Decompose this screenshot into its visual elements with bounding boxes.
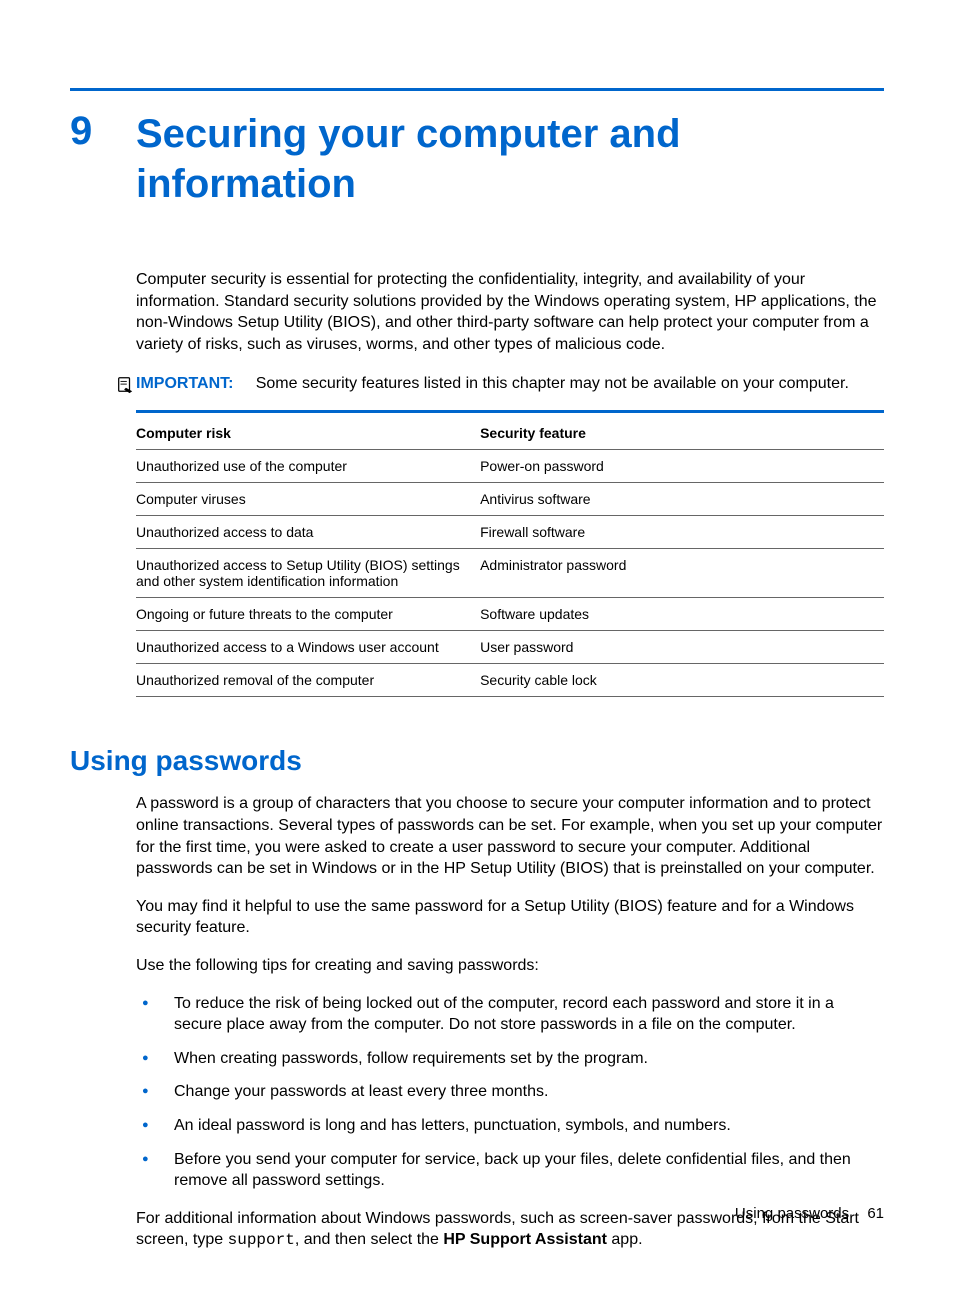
list-item: When creating passwords, follow requirem… [136, 1048, 884, 1070]
table-row: Unauthorized access to Setup Utility (BI… [136, 549, 884, 598]
table-cell: Unauthorized access to Setup Utility (BI… [136, 549, 480, 598]
passwords-para-1: A password is a group of characters that… [136, 793, 884, 879]
table-row: Unauthorized removal of the computer Sec… [136, 664, 884, 697]
table-row: Ongoing or future threats to the compute… [136, 598, 884, 631]
list-item: An ideal password is long and has letter… [136, 1115, 884, 1137]
list-item: Change your passwords at least every thr… [136, 1081, 884, 1103]
security-risk-table: Computer risk Security feature Unauthori… [136, 410, 884, 697]
note-icon [116, 376, 134, 394]
table-cell: Unauthorized access to a Windows user ac… [136, 631, 480, 664]
code-text: support [228, 1231, 295, 1249]
important-label: IMPORTANT: [136, 375, 233, 392]
important-note: IMPORTANT: Some security features listed… [116, 375, 884, 394]
table-row: Computer viruses Antivirus software [136, 483, 884, 516]
page-footer: Using passwords 61 [735, 1205, 884, 1222]
table-row: Unauthorized use of the computer Power-o… [136, 450, 884, 483]
table-cell: Security cable lock [480, 664, 884, 697]
table-cell: Power-on password [480, 450, 884, 483]
table-cell: Software updates [480, 598, 884, 631]
important-text: Some security features listed in this ch… [256, 375, 849, 392]
table-cell: Computer viruses [136, 483, 480, 516]
list-item: To reduce the risk of being locked out o… [136, 993, 884, 1036]
table-cell: Unauthorized use of the computer [136, 450, 480, 483]
footer-page-number: 61 [867, 1205, 884, 1222]
section-heading-passwords: Using passwords [70, 745, 884, 777]
chapter-header: 9 Securing your computer and information [70, 109, 884, 209]
table-cell: Unauthorized access to data [136, 516, 480, 549]
footer-section-name: Using passwords [735, 1205, 849, 1222]
table-cell: User password [480, 631, 884, 664]
table-row: Unauthorized access to a Windows user ac… [136, 631, 884, 664]
table-cell: Ongoing or future threats to the compute… [136, 598, 480, 631]
password-tips-list: To reduce the risk of being locked out o… [136, 993, 884, 1192]
chapter-title: Securing your computer and information [136, 109, 884, 209]
table-row: Unauthorized access to data Firewall sof… [136, 516, 884, 549]
chapter-number: 9 [70, 109, 136, 154]
chapter-top-rule [70, 88, 884, 91]
passwords-para-3: Use the following tips for creating and … [136, 955, 884, 977]
table-cell: Unauthorized removal of the computer [136, 664, 480, 697]
table-cell: Antivirus software [480, 483, 884, 516]
passwords-para-2: You may find it helpful to use the same … [136, 896, 884, 939]
table-header-risk: Computer risk [136, 412, 480, 450]
table-cell: Firewall software [480, 516, 884, 549]
app-name: HP Support Assistant [443, 1231, 607, 1248]
list-item: Before you send your computer for servic… [136, 1149, 884, 1192]
table-header-feature: Security feature [480, 412, 884, 450]
table-cell: Administrator password [480, 549, 884, 598]
intro-paragraph: Computer security is essential for prote… [136, 269, 884, 355]
